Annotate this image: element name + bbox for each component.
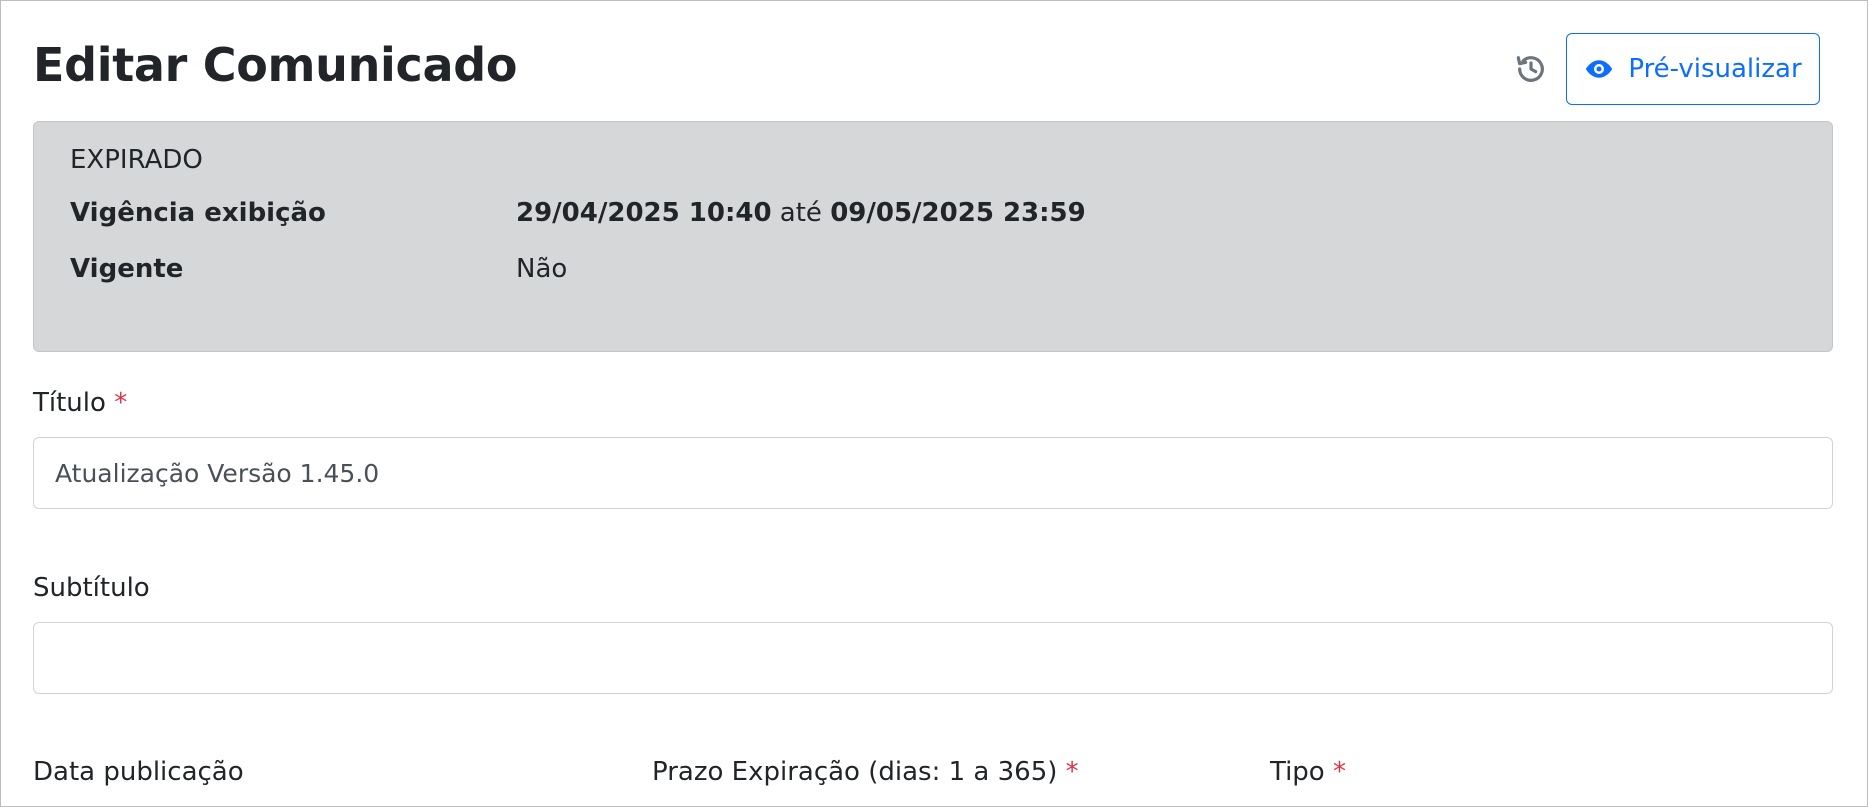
vigencia-value: 29/04/2025 10:40 até 09/05/2025 23:59 [516,195,1086,231]
vigencia-connector: até [779,198,822,228]
titulo-label: Título * [33,388,128,418]
history-button[interactable] [1513,51,1549,87]
history-icon [1516,56,1544,82]
status-card: EXPIRADO Vigência exibição 29/04/2025 10… [33,121,1833,352]
vigencia-label: Vigência exibição [70,198,326,228]
tipo-label: Tipo * [1270,757,1346,787]
data-publicacao-label: Data publicação [33,757,244,787]
preview-button[interactable]: Pré-visualizar [1566,33,1820,105]
status-badge: EXPIRADO [70,145,203,175]
required-mark: * [1065,757,1079,787]
preview-button-label: Pré-visualizar [1628,54,1802,84]
vigente-label: Vigente [70,254,184,284]
subtitulo-input[interactable] [33,622,1833,694]
subtitulo-label: Subtítulo [33,573,150,603]
page-title: Editar Comunicado [33,38,518,92]
titulo-input[interactable] [33,437,1833,509]
vigencia-end: 09/05/2025 23:59 [830,198,1086,228]
editor-panel: Editar Comunicado Pré-visualizar EXPIRAD… [0,0,1868,807]
required-mark: * [114,388,128,418]
vigencia-start: 29/04/2025 10:40 [516,198,772,228]
vigente-value: Não [516,254,568,284]
required-mark: * [1332,757,1346,787]
eye-icon [1586,60,1613,78]
prazo-expiracao-label: Prazo Expiração (dias: 1 a 365) * [652,757,1079,787]
